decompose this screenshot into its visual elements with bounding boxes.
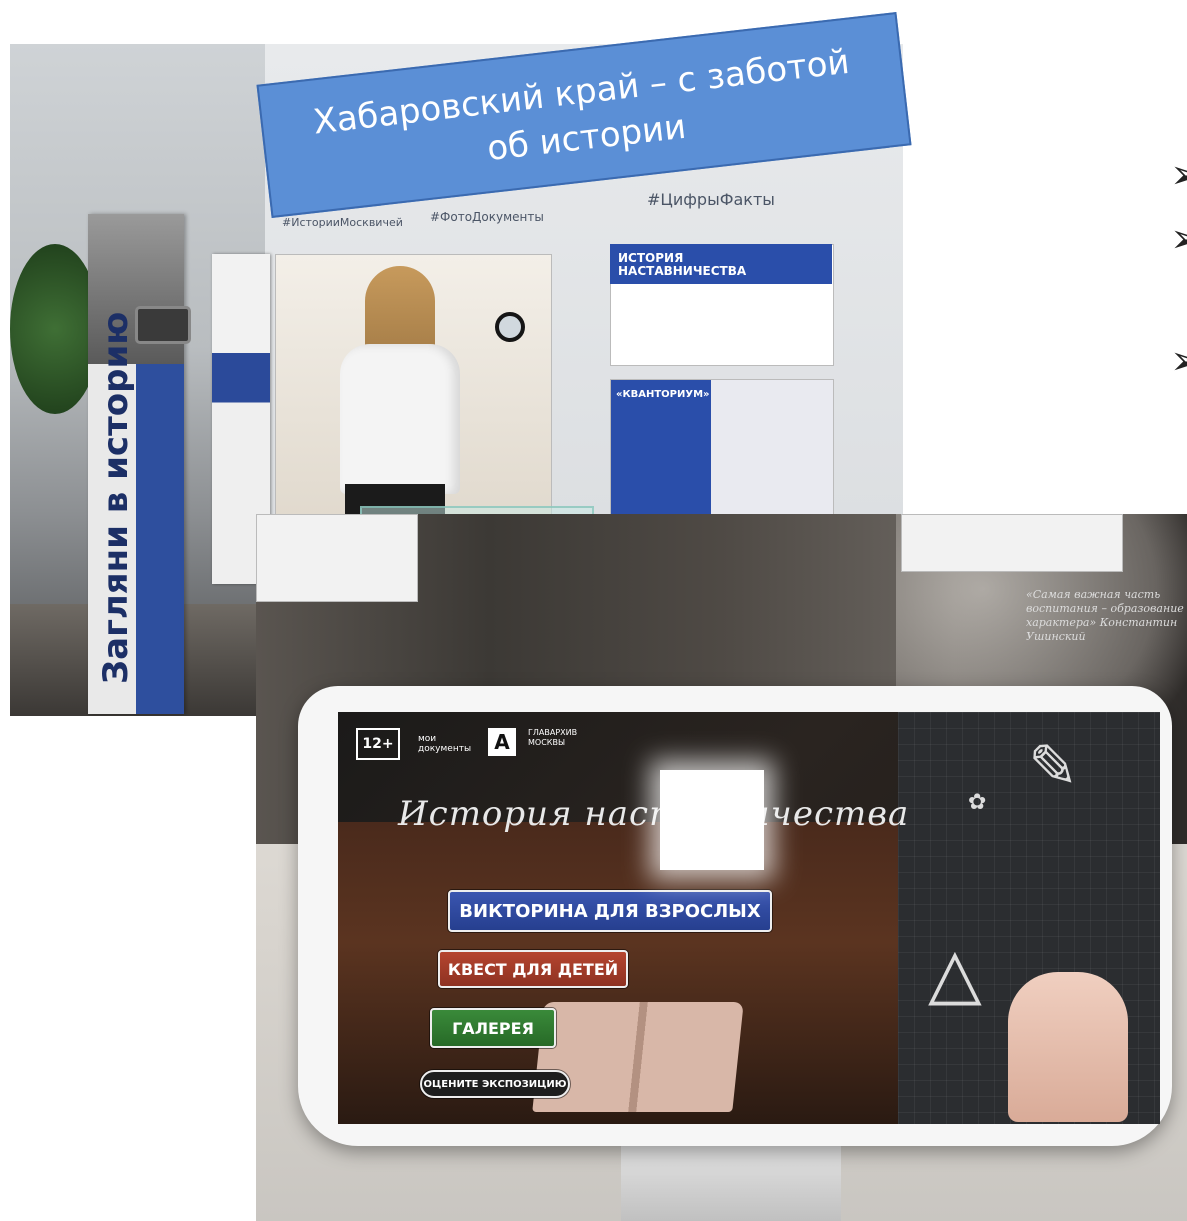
- gallery-button[interactable]: ГАЛЕРЕЯ: [430, 1008, 556, 1048]
- stereoscope-viewer: [135, 306, 191, 344]
- flower-doodle-icon: ✿: [968, 790, 987, 815]
- arrow-bullet-icon: ➢: [1170, 152, 1187, 198]
- rate-exhibition-button[interactable]: ОЦЕНИТЕ ЭКСПОЗИЦИЮ: [420, 1070, 570, 1098]
- hashtag-photo-docs: #ФотоДокументы: [430, 210, 544, 224]
- glavarkhiv-logo: ГЛАВАРХИВ МОСКВЫ: [528, 728, 578, 747]
- mural-quote: «Самая важная часть воспитания – образов…: [1026, 588, 1184, 643]
- kids-quest-button[interactable]: КВЕСТ ДЛЯ ДЕТЕЙ: [438, 950, 628, 988]
- mural-info-panel: [901, 514, 1123, 572]
- visitor: [340, 344, 460, 494]
- arrow-bullet-icon: ➢: [1170, 216, 1187, 262]
- magnifier-icon: [495, 312, 525, 342]
- age-rating-badge: 12+: [356, 728, 400, 760]
- kvantorium-title: «КВАНТОРИУМ»: [616, 389, 710, 400]
- light-reflection: [660, 770, 764, 870]
- pencil-drawing-icon: ✎: [1028, 732, 1079, 802]
- hand-with-chalk: [1008, 972, 1128, 1122]
- hashtag-facts: #ЦифрыФакты: [647, 190, 775, 209]
- facts-panel-title: ИСТОРИЯ НАСТАВНИЧЕСТВА: [618, 251, 747, 278]
- my-documents-logo: мои документы: [418, 734, 472, 754]
- moscow-a-logo: А: [488, 728, 516, 756]
- kiosk-stand: [621, 1134, 841, 1221]
- screen-title: История наставничества: [398, 794, 910, 834]
- ruler-triangle-icon: △: [928, 932, 982, 1014]
- plant: [10, 244, 100, 414]
- arrow-bullet-icon: ➢: [1170, 338, 1187, 384]
- mural-info-panel: [256, 514, 418, 602]
- pillar-slogan: Загляни в историю: [96, 311, 136, 684]
- hashtag-stories: #ИсторииМосквичей: [282, 216, 403, 229]
- adult-quiz-button[interactable]: ВИКТОРИНА ДЛЯ ВЗРОСЛЫХ: [448, 890, 772, 932]
